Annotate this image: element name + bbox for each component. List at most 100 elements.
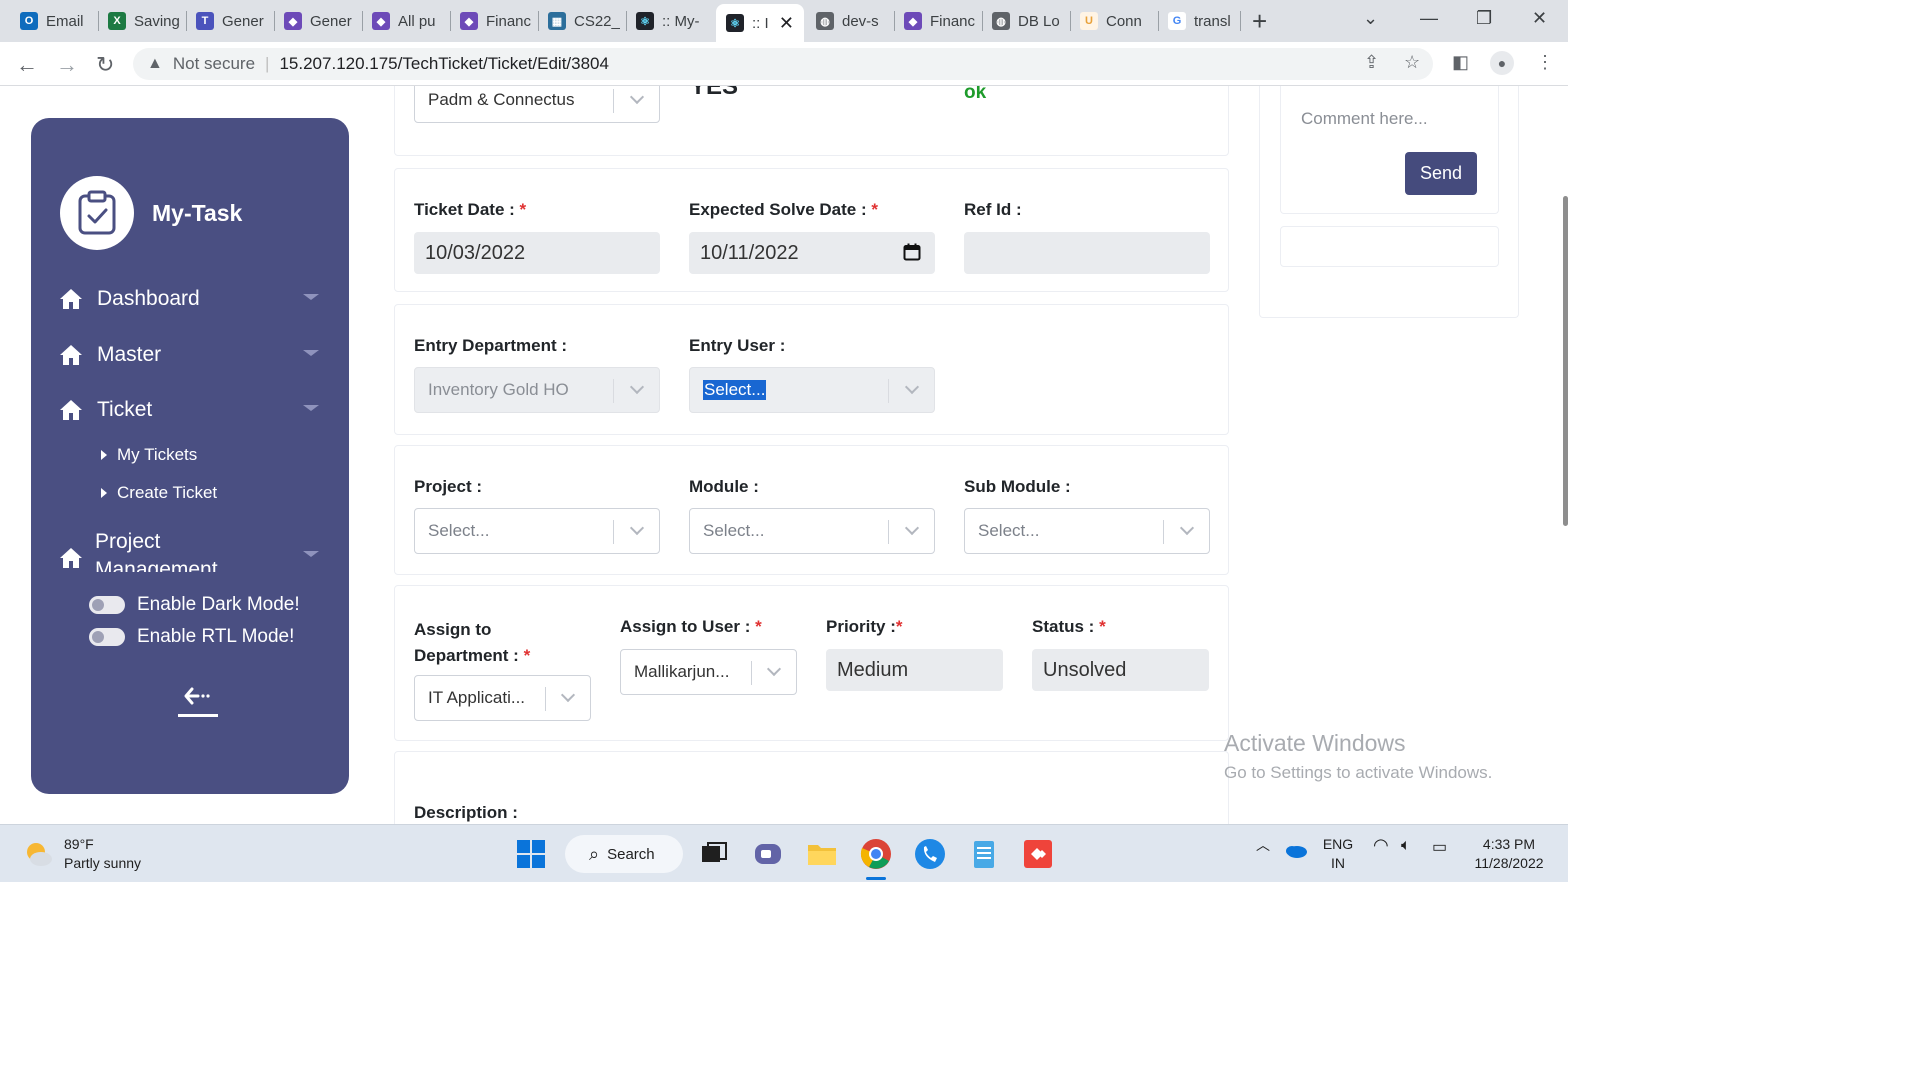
tab-all-pu[interactable]: ◆ All pu [362, 0, 450, 42]
dates-card: Ticket Date : * 10/03/2022 Expected Solv… [394, 168, 1229, 292]
tab-active-ticket[interactable]: ⚛ :: I ✕ [716, 4, 804, 42]
chevron-down-icon [1179, 520, 1195, 536]
dark-mode-toggle[interactable]: Enable Dark Mode! [89, 594, 300, 616]
entry-card: Entry Department : Inventory Gold HO Ent… [394, 304, 1229, 435]
phone-app-icon[interactable] [913, 837, 947, 871]
sub-module-select[interactable]: Select... [964, 508, 1210, 554]
side-panel-icon[interactable]: ◧ [1452, 52, 1469, 73]
expected-solve-date-label: Expected Solve Date : * [689, 200, 878, 219]
share-icon[interactable]: ⇪ [1364, 52, 1379, 73]
sidebar-item-label: Ticket [97, 398, 153, 421]
star-icon[interactable]: ☆ [1404, 52, 1420, 73]
url-text[interactable]: 15.207.120.175/TechTicket/Ticket/Edit/38… [279, 54, 609, 74]
assign-card: Assign to Department : * IT Applicati...… [394, 585, 1229, 741]
caret-right-icon [101, 450, 107, 460]
search-icon: ⌕ [589, 843, 600, 864]
expected-solve-date-field[interactable]: 10/11/2022 [689, 232, 935, 274]
tab-db-login[interactable]: ◍ DB Lo [982, 0, 1070, 42]
priority-field[interactable]: Medium [826, 649, 1003, 691]
caret-right-icon [101, 488, 107, 498]
ticket-date-label: Ticket Date : * [414, 200, 527, 219]
tab-finance[interactable]: ◆ Financ [450, 0, 538, 42]
sidebar-item-dashboard[interactable]: Dashboard [59, 284, 319, 314]
profile-icon[interactable]: ● [1490, 51, 1514, 75]
comment-list [1280, 226, 1499, 267]
omnibox[interactable]: ▲ Not secure | 15.207.120.175/TechTicket… [133, 48, 1433, 80]
priority-label: Priority :* [826, 617, 903, 636]
onedrive-icon[interactable] [1284, 841, 1308, 861]
tab-teams-general[interactable]: T Gener [186, 0, 274, 42]
weather-widget[interactable]: 89°F Partly sunny [24, 835, 141, 873]
caret-down-icon [303, 294, 319, 300]
ref-id-label: Ref Id : [964, 200, 1022, 219]
tab-dev[interactable]: ◍ dev-s [806, 0, 894, 42]
task-view-icon[interactable] [697, 837, 731, 871]
clock[interactable]: 4:33 PM 11/28/2022 [1466, 835, 1552, 873]
company-select[interactable]: Padm & Connectus [414, 86, 660, 123]
page-scrollbar[interactable] [1563, 196, 1568, 526]
react-icon: ⚛ [636, 12, 654, 30]
tab-finance-2[interactable]: ◆ Financ [894, 0, 982, 42]
ref-id-field[interactable] [964, 232, 1210, 274]
send-button[interactable]: Send [1405, 152, 1477, 195]
file-explorer-icon[interactable] [805, 837, 839, 871]
tab-cs22[interactable]: ▦ CS22_ [538, 0, 626, 42]
tab-search-icon[interactable]: ⌄ [1363, 8, 1378, 29]
caret-down-icon [303, 405, 319, 411]
battery-icon[interactable]: ▭ [1432, 837, 1447, 857]
app-diamond-icon: ◆ [284, 12, 302, 30]
toggle-switch[interactable] [89, 596, 125, 614]
windows-taskbar: 89°F Partly sunny ⌕ Search ︿ ENG IN ◠ 🔈︎… [0, 824, 1568, 882]
tab-translate[interactable]: G transl [1158, 0, 1240, 42]
taskbar-search[interactable]: ⌕ Search [565, 835, 683, 873]
assign-user-select[interactable]: Mallikarjun... [620, 649, 797, 695]
tab-my-task[interactable]: ⚛ :: My- [626, 0, 714, 42]
sidebar-item-ticket[interactable]: Ticket [59, 395, 319, 425]
forward-icon[interactable]: → [56, 52, 78, 78]
close-tab-icon[interactable]: ✕ [779, 13, 794, 34]
ticket-date-field[interactable]: 10/03/2022 [414, 232, 660, 274]
windows-start-icon[interactable] [514, 837, 548, 871]
sidebar-item-master[interactable]: Master [59, 340, 319, 370]
globe-icon: ◍ [992, 12, 1010, 30]
project-label: Project : [414, 477, 483, 496]
entry-department-select: Inventory Gold HO [414, 367, 660, 413]
comment-input[interactable]: Comment here... [1301, 109, 1428, 129]
tab-saving[interactable]: X Saving [98, 0, 186, 42]
new-tab-button[interactable]: + [1252, 6, 1267, 37]
restore-icon[interactable]: ❐ [1476, 8, 1492, 29]
rtl-mode-toggle[interactable]: Enable RTL Mode! [89, 626, 294, 648]
tab-email[interactable]: O Email [0, 0, 98, 42]
tray-chevron-up-icon[interactable]: ︿ [1256, 835, 1270, 855]
collapse-sidebar-button[interactable] [176, 685, 220, 719]
project-select[interactable]: Select... [414, 508, 660, 554]
wifi-icon[interactable]: ◠ [1373, 835, 1389, 856]
entry-user-select[interactable]: Select... [689, 367, 935, 413]
chat-icon[interactable] [751, 837, 785, 871]
chrome-icon[interactable] [859, 837, 893, 871]
assign-department-select[interactable]: IT Applicati... [414, 675, 591, 721]
calendar-icon[interactable] [903, 243, 921, 261]
chevron-down-icon [766, 661, 782, 677]
caret-down-icon [303, 551, 319, 557]
volume-icon[interactable]: 🔈︎ [1401, 837, 1411, 855]
menu-dots-icon[interactable]: ⋮ [1536, 52, 1554, 73]
anydesk-icon[interactable] [1021, 837, 1055, 871]
back-icon[interactable]: ← [16, 52, 38, 78]
chevron-down-icon [629, 89, 645, 105]
tab-connectus[interactable]: U Conn [1070, 0, 1158, 42]
notepad-icon[interactable] [967, 837, 1001, 871]
toggle-switch[interactable] [89, 628, 125, 646]
ok-text: ok [964, 86, 987, 103]
module-select[interactable]: Select... [689, 508, 935, 554]
sidebar-subitem-create-ticket[interactable]: Create Ticket [101, 483, 217, 503]
reload-icon[interactable]: ↻ [96, 52, 114, 78]
sidebar-item-label: Dashboard [97, 287, 200, 310]
warning-icon[interactable]: ▲ [147, 55, 163, 73]
close-window-icon[interactable]: ✕ [1532, 8, 1547, 29]
tab-general[interactable]: ◆ Gener [274, 0, 362, 42]
language-indicator[interactable]: ENG IN [1318, 835, 1358, 873]
minimize-icon[interactable]: — [1420, 8, 1438, 29]
status-field[interactable]: Unsolved [1032, 649, 1209, 691]
sidebar-subitem-my-tickets[interactable]: My Tickets [101, 445, 197, 465]
